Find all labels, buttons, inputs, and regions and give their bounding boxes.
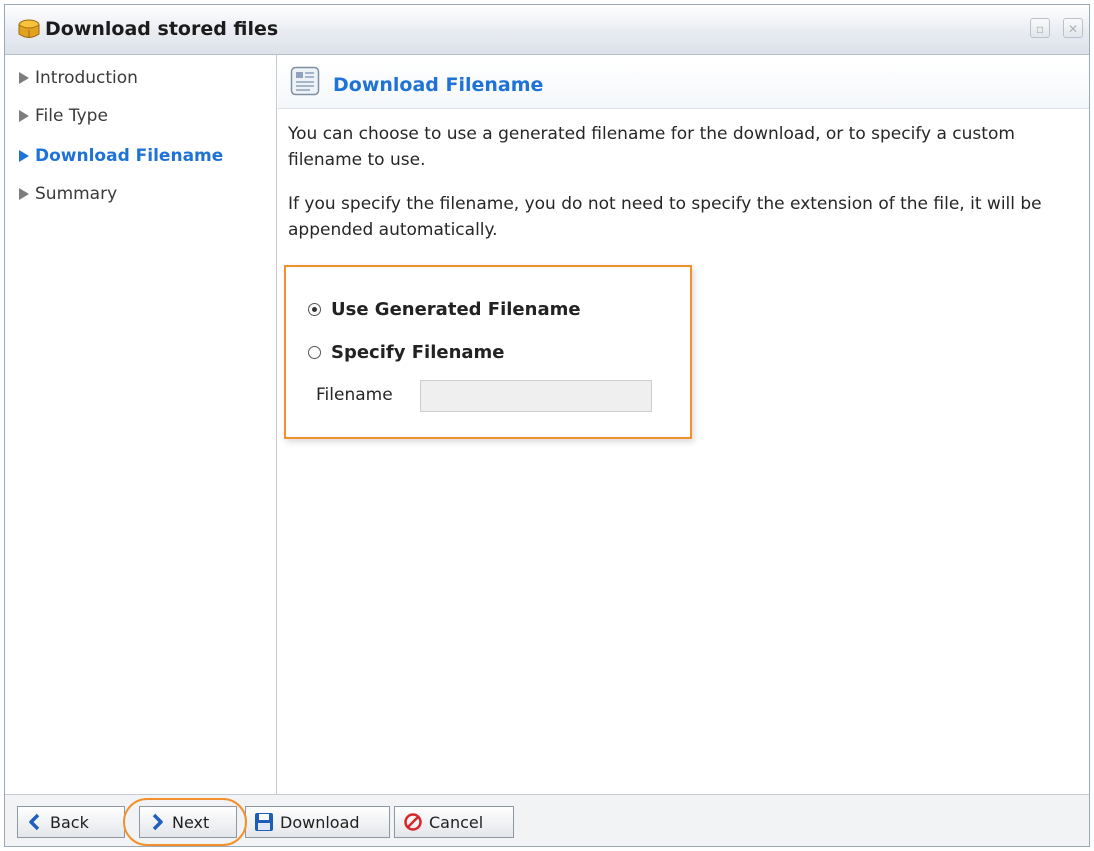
generated-filename-radio[interactable] xyxy=(308,303,321,316)
window-title: Download stored files xyxy=(45,18,279,40)
title-bar: Download stored files ▫ ✕ xyxy=(5,5,1089,55)
next-button[interactable]: Next xyxy=(139,806,237,838)
no-entry-icon xyxy=(404,813,422,831)
close-button[interactable]: ✕ xyxy=(1063,18,1083,38)
triangle-right-icon xyxy=(19,72,29,84)
triangle-right-icon xyxy=(19,188,29,200)
cancel-button[interactable]: Cancel xyxy=(394,806,514,838)
sidebar-item-label: Summary xyxy=(35,184,118,204)
filename-input[interactable] xyxy=(420,380,652,412)
sidebar-item-label: Download Filename xyxy=(35,146,224,166)
sidebar-item-introduction[interactable]: Introduction xyxy=(19,65,138,91)
document-icon xyxy=(290,66,320,96)
section-header: Download Filename xyxy=(278,61,1089,109)
chevron-right-icon xyxy=(152,813,163,831)
triangle-right-icon xyxy=(19,110,29,122)
sidebar-item-label: File Type xyxy=(35,106,108,126)
download-button-label: Download xyxy=(280,812,360,832)
back-button-label: Back xyxy=(50,812,89,832)
next-button-label: Next xyxy=(172,812,210,832)
use-generated-filename-option[interactable]: Use Generated Filename xyxy=(308,299,581,320)
wizard-button-bar: Back Next Download Cancel xyxy=(5,794,1089,846)
cancel-button-label: Cancel xyxy=(429,812,484,832)
step-content: Download Filename You can choose to use … xyxy=(278,55,1089,794)
save-disk-icon xyxy=(255,813,273,831)
chevron-left-icon xyxy=(29,813,40,831)
download-button[interactable]: Download xyxy=(245,806,390,838)
specify-filename-label: Specify Filename xyxy=(331,342,505,363)
wizard-steps-sidebar: Introduction File Type Download Filename… xyxy=(5,55,277,794)
intro-paragraph: You can choose to use a generated filena… xyxy=(288,124,1015,170)
sidebar-item-summary[interactable]: Summary xyxy=(19,181,117,207)
minimize-button[interactable]: ▫ xyxy=(1030,18,1050,38)
section-title: Download Filename xyxy=(333,74,544,96)
extension-paragraph: If you specify the filename, you do not … xyxy=(288,194,1042,240)
back-button[interactable]: Back xyxy=(17,806,125,838)
sidebar-item-label: Introduction xyxy=(35,68,138,88)
specify-filename-radio[interactable] xyxy=(308,346,321,359)
generated-filename-label: Use Generated Filename xyxy=(331,299,581,320)
sidebar-item-download-filename[interactable]: Download Filename xyxy=(19,143,223,169)
specify-filename-option[interactable]: Specify Filename xyxy=(308,342,505,363)
gold-cube-icon xyxy=(18,19,40,38)
filename-options-group: Use Generated Filename Specify Filename … xyxy=(284,265,692,439)
triangle-right-icon xyxy=(19,150,29,162)
sidebar-item-file-type[interactable]: File Type xyxy=(19,103,108,129)
filename-label: Filename xyxy=(316,385,393,405)
dialog-window: Download stored files ▫ ✕ Introduction F… xyxy=(4,4,1090,847)
